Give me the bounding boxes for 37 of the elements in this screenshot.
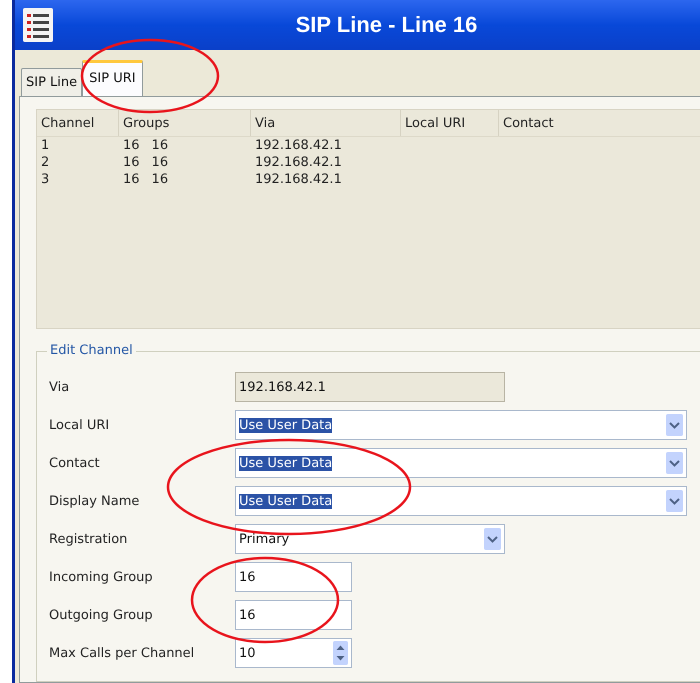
field-label: Registration [49,532,128,546]
field-label: Local URI [49,418,110,432]
field-label: Incoming Group [49,570,154,584]
tab[interactable]: SIP Line [21,68,82,96]
column-header[interactable]: Channel [37,110,119,136]
dropdown[interactable]: Use User Data [235,448,687,478]
table-cell: 16 [123,138,140,153]
spinner-field[interactable]: 10 [235,638,352,668]
spinner-arrows-icon[interactable] [333,641,348,665]
column-header[interactable]: Via [251,110,401,136]
field-label: Max Calls per Channel [49,646,196,660]
tab[interactable]: SIP URI [82,60,143,96]
table-cell-text: 1 [40,138,50,153]
field-label: Display Name [49,494,140,508]
column-header[interactable]: Groups [119,110,251,136]
table-cell-text: 2 [40,155,50,170]
table-cell-text: 3 [40,172,50,187]
list-icon[interactable] [23,8,53,42]
input-field[interactable]: 16 [235,600,352,630]
dropdown[interactable]: Use User Data [235,486,687,516]
dropdown[interactable]: Use User Data [235,410,687,440]
table-cell: 16 [152,138,168,153]
window-title: SIP Line - Line 16 [294,12,478,38]
field-label: Via [49,380,70,394]
table-cell-text: 192.168.42.1 [254,172,343,187]
table-cell: 16 [152,172,168,187]
column-header[interactable]: Contact [499,110,619,136]
field-label: Contact [49,456,101,470]
table-cell-text: 192.168.42.1 [254,138,343,153]
field-label: Outgoing Group [49,608,154,622]
input-field[interactable]: 16 [235,562,352,592]
table-cell: 16 [152,155,168,170]
table-cell: 16 [123,155,140,170]
dropdown[interactable]: Primary [235,524,505,554]
column-header[interactable]: Local URI [401,110,499,136]
table-cell: 16 [123,172,140,187]
table-cell-text: 192.168.42.1 [254,155,343,170]
